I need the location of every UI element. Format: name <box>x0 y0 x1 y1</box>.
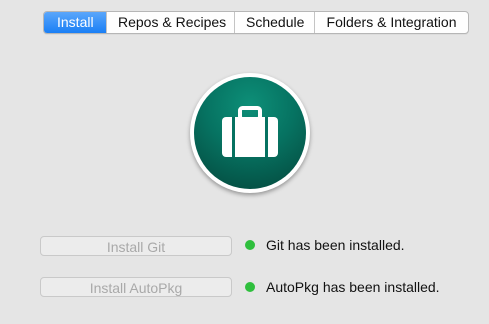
app-icon-background <box>194 77 306 189</box>
tab-repos-recipes[interactable]: Repos & Recipes <box>106 12 234 33</box>
app-icon <box>190 73 310 193</box>
install-git-button[interactable]: Install Git <box>40 236 232 256</box>
tab-schedule[interactable]: Schedule <box>234 12 314 33</box>
briefcase-icon <box>222 106 278 157</box>
tab-bar: Install Repos & Recipes Schedule Folders… <box>43 11 469 34</box>
autopkg-status-text: AutoPkg has been installed. <box>266 279 440 295</box>
git-status-text: Git has been installed. <box>266 237 405 253</box>
git-status-indicator <box>245 240 255 250</box>
tab-folders-integration[interactable]: Folders & Integration <box>314 12 468 33</box>
autopkg-status-indicator <box>245 282 255 292</box>
install-autopkg-button[interactable]: Install AutoPkg <box>40 277 232 297</box>
tab-install[interactable]: Install <box>44 12 106 33</box>
